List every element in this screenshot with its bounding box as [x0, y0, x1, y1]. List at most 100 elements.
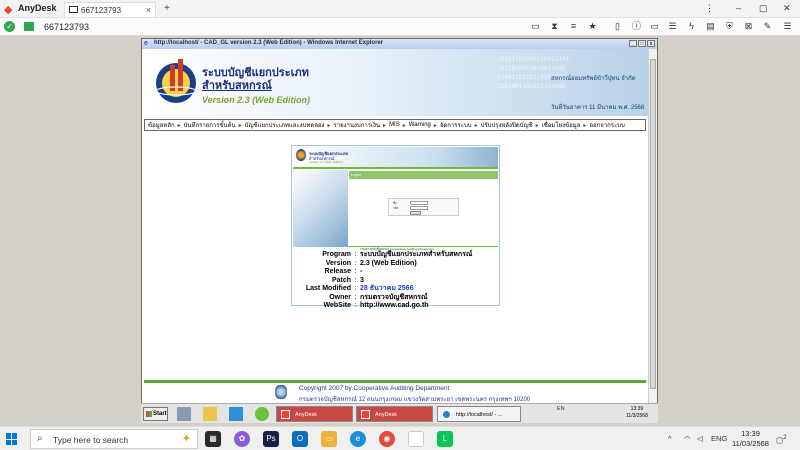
remote-task-ie[interactable]: http://localhost/ - ...: [437, 406, 521, 422]
anydesk-toolbar: ✓ 667123793 ▭ ⧗ ≡ ★ ▯ ⓘ ▭ ☰ ϟ ▤ ⛨ ⊠ ✎ ☰: [0, 18, 800, 36]
minimize-button[interactable]: –: [736, 3, 741, 13]
notification-icon[interactable]: ▢2: [776, 434, 787, 445]
copilot-icon[interactable]: ✿: [234, 431, 250, 447]
menu-item-data-link[interactable]: เชื่อมโยงข้อมูล: [542, 120, 581, 130]
info-icon[interactable]: ⓘ: [631, 21, 642, 32]
website-link[interactable]: http://www.cad.go.th: [360, 302, 429, 311]
ie-icon: e: [144, 40, 148, 47]
anydesk-logo-icon: ◆: [4, 4, 13, 16]
remote-task-anydesk-2[interactable]: AnyDesk: [356, 406, 433, 422]
task-view-icon[interactable]: ▦: [205, 431, 221, 447]
close-tab-icon[interactable]: ×: [146, 5, 151, 15]
ie-maximize-button[interactable]: □: [638, 40, 646, 47]
windows-flag-icon: [146, 411, 152, 417]
ie-close-button[interactable]: x: [647, 40, 655, 47]
ie-titlebar: e http://localhost/ - CAD_GL version 2.3…: [142, 39, 657, 49]
username-input[interactable]: [410, 201, 428, 205]
login-panel-title: Login: [349, 171, 498, 179]
remote-desktop: e http://localhost/ - CAD_GL version 2.3…: [0, 36, 800, 426]
menu-item-warning[interactable]: Warning: [409, 122, 431, 128]
windows-start-button[interactable]: [6, 433, 18, 445]
current-date: วันที่วันอาคาร 11 มีนาคม พ.ศ. 2568: [551, 105, 645, 111]
pen-icon[interactable]: ✎: [762, 21, 773, 32]
cad-emblem-icon: [275, 385, 287, 399]
login-logo-icon: [296, 149, 306, 161]
info-row: Release: -: [324, 268, 363, 275]
remote-taskbar: Start AnyDesk AnyDesk http://localhost/ …: [141, 403, 658, 423]
login-header: ระบบบัญชีแยกประเภท สำหรับสหกรณ์ Version …: [293, 147, 498, 167]
menu-item-financial-report[interactable]: รายงานงบการเงิน: [333, 120, 380, 130]
file-icon[interactable]: ▯: [612, 21, 623, 32]
folder-icon[interactable]: [203, 407, 217, 421]
shield-icon[interactable]: ⛨: [724, 21, 735, 32]
menu-item-system[interactable]: จัดการระบบ: [440, 120, 472, 130]
remote-clock[interactable]: 13:39 11/3/2568: [626, 406, 648, 420]
connection-ok-icon: ✓: [4, 21, 15, 32]
edge-icon[interactable]: e: [350, 431, 366, 447]
keyboard-icon[interactable]: ▤: [705, 21, 716, 32]
volume-icon[interactable]: ◁: [697, 434, 703, 443]
add-tab-button[interactable]: +: [164, 3, 170, 14]
system-clock[interactable]: 13:39 11/03/2568: [732, 429, 769, 449]
banner: 10101101000110011101 1011010011010011001…: [142, 49, 648, 116]
menu-item-post-closing[interactable]: ปรับปรุงหลังปิดบัญชี: [481, 120, 533, 130]
divider: [144, 380, 646, 383]
database-icon[interactable]: ≡: [568, 21, 579, 32]
session-flag-icon[interactable]: [24, 22, 34, 31]
search-icon: ⌕: [37, 433, 43, 444]
block-icon[interactable]: ⊠: [743, 21, 754, 32]
info-row: Program: ระบบบัญชีแยกประเภทสำหรับสหกรณ์: [322, 251, 473, 258]
hamburger-icon[interactable]: ☰: [782, 21, 793, 32]
session-tab[interactable]: 667123793 ×: [64, 2, 156, 17]
notepad-icon[interactable]: [408, 431, 424, 447]
login-button[interactable]: [410, 211, 421, 215]
logo-emblem-icon: [155, 59, 197, 103]
lightning-icon[interactable]: ϟ: [686, 21, 697, 32]
info-row: Patch:3: [331, 276, 364, 284]
remote-task-anydesk-1[interactable]: AnyDesk: [276, 406, 353, 422]
login-photo: [293, 170, 348, 247]
info-row: Owner: กรมตรวจบัญชีสหกรณ์: [329, 293, 428, 301]
ie-scrollbar[interactable]: [648, 49, 657, 406]
display-icon[interactable]: ▭: [649, 21, 660, 32]
chrome-icon[interactable]: ◉: [379, 431, 395, 447]
ie-minimize-button[interactable]: _: [629, 40, 637, 47]
app-name: AnyDesk: [18, 3, 57, 13]
remote-start-button[interactable]: Start: [143, 407, 168, 421]
language-indicator[interactable]: ENG: [711, 434, 727, 443]
remote-lang[interactable]: EN: [557, 406, 565, 412]
app-icon[interactable]: [255, 407, 269, 421]
search-box[interactable]: ⌕ Type here to search ✦: [30, 429, 198, 449]
remote-address[interactable]: 667123793: [44, 22, 89, 32]
search-placeholder: Type here to search: [53, 435, 129, 445]
wifi-icon[interactable]: ◠: [684, 434, 691, 443]
info-row: Last Modified:28 ธันวาคม 2566: [305, 285, 414, 292]
maximize-button[interactable]: ▢: [759, 3, 768, 14]
chat-icon[interactable]: ▭: [530, 21, 541, 32]
outlook-icon[interactable]: O: [292, 431, 308, 447]
info-row: Version:2.3 (Web Edition): [325, 259, 417, 267]
file-explorer-icon[interactable]: ▭: [321, 431, 337, 447]
menu-item-mis[interactable]: MIS: [389, 122, 400, 128]
close-button[interactable]: ✕: [783, 3, 791, 14]
star-icon[interactable]: ★: [587, 21, 598, 32]
copyright-text: Copyright 2007 by Cooperative Auditing D…: [299, 385, 450, 392]
ie-title-text: http://localhost/ - CAD_GL version 2.3 (…: [154, 40, 384, 46]
menu-item-master-data[interactable]: ข้อมูลหลัก: [148, 120, 175, 130]
message-icon[interactable]: ☰: [667, 21, 678, 32]
menu-item-logout[interactable]: ออกจากระบบ: [589, 120, 624, 130]
anydesk-titlebar: ◆ AnyDesk 667123793 × + ⋮ – ▢ ✕: [0, 0, 800, 18]
photoshop-icon[interactable]: Ps: [263, 431, 279, 447]
menu-icon[interactable]: ⋮: [705, 3, 714, 14]
banner-version: Version 2.3 (Web Edition): [202, 95, 311, 105]
vscode-icon[interactable]: [229, 407, 243, 421]
menu-item-ledger[interactable]: บัญชีแยกประเภทและงบทดลอง: [245, 120, 325, 130]
menu-item-journal-entry[interactable]: บันทึกรายการขั้นต้น: [184, 120, 236, 130]
computer-icon[interactable]: [177, 407, 191, 421]
line-icon[interactable]: L: [437, 431, 453, 447]
main-menu: ข้อมูลหลัก ▸ บันทึกรายการขั้นต้น ▸ บัญชีแย…: [144, 119, 646, 131]
anydesk-icon: [361, 410, 370, 419]
password-input[interactable]: [410, 206, 428, 210]
hourglass-icon[interactable]: ⧗: [549, 21, 560, 32]
chevron-up-icon[interactable]: ^: [668, 434, 672, 443]
